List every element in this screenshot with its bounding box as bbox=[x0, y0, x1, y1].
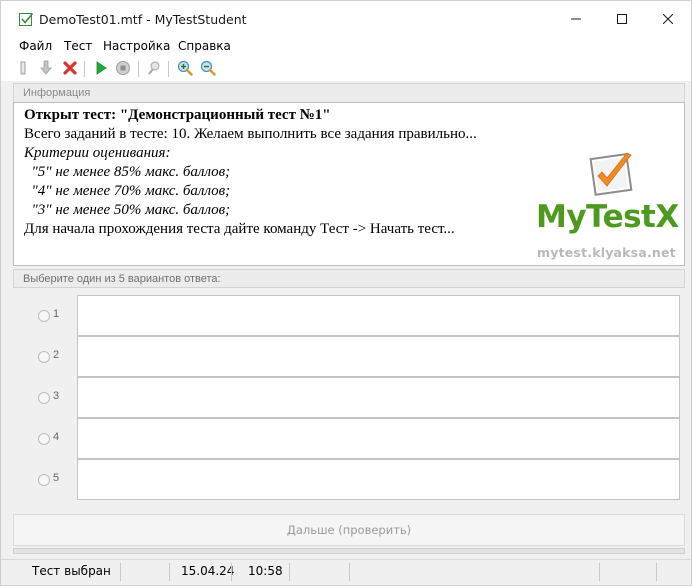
answer-text-box[interactable] bbox=[77, 418, 680, 459]
status-separator bbox=[656, 563, 657, 581]
answer-text-box[interactable] bbox=[77, 295, 680, 336]
zoom-out-icon bbox=[200, 60, 216, 79]
start-instruction-line: Для начала прохождения теста дайте коман… bbox=[24, 221, 455, 237]
status-separator bbox=[231, 563, 232, 581]
status-separator bbox=[349, 563, 350, 581]
stamp-icon bbox=[146, 60, 162, 79]
criteria-heading: Критерии оценивания: bbox=[24, 145, 171, 161]
task-count-line: Всего заданий в тесте: 10. Желаем выполн… bbox=[24, 126, 477, 142]
answer-text-box[interactable] bbox=[77, 377, 680, 418]
toolbar-separator bbox=[168, 61, 169, 77]
next-button-label: Дальше (проверить) bbox=[286, 523, 412, 537]
status-bar: Тест выбран 15.04.24 10:58 bbox=[1, 559, 691, 585]
toolbar bbox=[1, 57, 691, 81]
menu-settings[interactable]: Настройка bbox=[103, 39, 170, 53]
zoom-in-icon bbox=[177, 60, 193, 79]
status-date: 15.04.24 bbox=[181, 564, 235, 578]
answer-radio[interactable] bbox=[38, 392, 50, 404]
answer-radio[interactable] bbox=[38, 474, 50, 486]
delete-icon bbox=[62, 60, 78, 79]
answer-option: 2 bbox=[13, 336, 685, 377]
answers-header-label: Выберите один из 5 вариантов ответа: bbox=[23, 273, 221, 285]
start-test-button[interactable] bbox=[91, 59, 111, 79]
zoom-in-button[interactable] bbox=[175, 59, 195, 79]
stop-icon bbox=[115, 60, 131, 79]
download-button[interactable] bbox=[36, 59, 56, 79]
next-check-button[interactable]: Дальше (проверить) bbox=[13, 514, 685, 546]
answer-number: 3 bbox=[53, 390, 60, 402]
status-separator bbox=[599, 563, 600, 581]
stamp-button[interactable] bbox=[144, 59, 164, 79]
close-button[interactable] bbox=[645, 1, 691, 37]
horizontal-scrollbar[interactable] bbox=[13, 548, 685, 554]
close-icon bbox=[663, 14, 673, 24]
zoom-out-button[interactable] bbox=[198, 59, 218, 79]
checkbox-check-icon bbox=[19, 12, 34, 27]
answers-area: 1 2 3 4 5 bbox=[13, 289, 685, 505]
answer-number: 2 bbox=[53, 349, 60, 361]
menu-test[interactable]: Тест bbox=[64, 39, 92, 53]
minimize-button[interactable] bbox=[553, 1, 599, 37]
stop-test-button[interactable] bbox=[113, 59, 133, 79]
answer-option: 5 bbox=[13, 459, 685, 500]
title-bar[interactable]: DemoTest01.mtf - MyTestStudent bbox=[1, 1, 691, 37]
menu-bar: Файл Тест Настройка Справка bbox=[1, 37, 691, 57]
logo-url: mytest.klyaksa.net bbox=[537, 245, 676, 260]
open-button[interactable] bbox=[14, 59, 34, 79]
status-time: 10:58 bbox=[248, 564, 283, 578]
criteria-grade-3: "3" не менее 50% макс. баллов; bbox=[24, 202, 231, 218]
answer-text-box[interactable] bbox=[77, 459, 680, 500]
status-separator bbox=[289, 563, 290, 581]
download-icon bbox=[38, 60, 54, 79]
answer-option: 3 bbox=[13, 377, 685, 418]
info-panel: Открыт тест: "Демонстрационный тест №1" … bbox=[13, 102, 685, 266]
status-state: Тест выбран bbox=[32, 564, 111, 578]
answer-number: 4 bbox=[53, 431, 60, 443]
toolbar-separator bbox=[84, 61, 85, 77]
toolbar-separator bbox=[138, 61, 139, 77]
window-title: DemoTest01.mtf - MyTestStudent bbox=[39, 12, 247, 27]
criteria-grade-5: "5" не менее 85% макс. баллов; bbox=[24, 164, 231, 180]
answer-option: 4 bbox=[13, 418, 685, 459]
answer-radio[interactable] bbox=[38, 351, 50, 363]
maximize-button[interactable] bbox=[599, 1, 645, 37]
status-separator bbox=[120, 563, 121, 581]
answer-text-box[interactable] bbox=[77, 336, 680, 377]
info-section-header: Информация bbox=[13, 83, 685, 102]
logo-text: MyTestX bbox=[536, 199, 679, 235]
maximize-icon bbox=[617, 14, 627, 24]
menu-file[interactable]: Файл bbox=[19, 39, 52, 53]
answer-option: 1 bbox=[13, 295, 685, 336]
open-icon bbox=[16, 60, 32, 79]
delete-button[interactable] bbox=[60, 59, 80, 79]
answer-radio[interactable] bbox=[38, 310, 50, 322]
answers-section-header: Выберите один из 5 вариантов ответа: bbox=[13, 269, 685, 288]
status-separator bbox=[169, 563, 170, 581]
play-icon bbox=[93, 60, 109, 79]
info-header-label: Информация bbox=[23, 87, 91, 99]
menu-help[interactable]: Справка bbox=[178, 39, 231, 53]
answer-number: 5 bbox=[53, 472, 60, 484]
criteria-grade-4: "4" не менее 70% макс. баллов; bbox=[24, 183, 231, 199]
app-window: DemoTest01.mtf - MyTestStudent Файл Тест… bbox=[0, 0, 692, 586]
answer-radio[interactable] bbox=[38, 433, 50, 445]
answer-number: 1 bbox=[53, 308, 60, 320]
test-opened-line: Открыт тест: "Демонстрационный тест №1" bbox=[24, 107, 331, 123]
mytestx-logo: MyTestX mytest.klyaksa.net bbox=[535, 151, 679, 263]
minimize-icon bbox=[571, 14, 581, 24]
